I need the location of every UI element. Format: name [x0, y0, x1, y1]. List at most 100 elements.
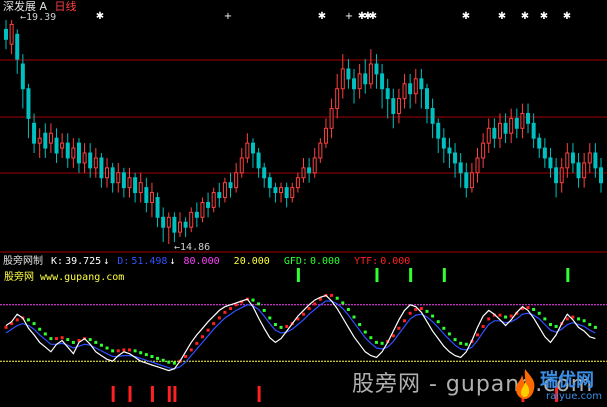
trend-dot-72 [408, 311, 412, 315]
candle-body-17 [99, 157, 104, 179]
candle-body-64 [363, 73, 368, 85]
gfd-signal-bar-0 [296, 268, 300, 282]
trend-dot-19 [111, 349, 115, 353]
trend-dot-78 [442, 326, 446, 330]
candle-body-56 [318, 142, 323, 159]
candle-body-38 [217, 192, 222, 199]
trend-dot-69 [391, 334, 395, 338]
trend-dot-9 [55, 337, 59, 341]
trend-dot-63 [358, 323, 362, 327]
candle-body-55 [312, 157, 317, 174]
candle-body-14 [82, 152, 87, 164]
candle-body-59 [335, 88, 340, 110]
k-arrow: ↓ [103, 256, 110, 267]
candle-body-24 [138, 182, 143, 194]
trend-dot-0 [4, 325, 8, 329]
trend-dot-4 [26, 318, 30, 322]
trend-dot-20 [116, 349, 120, 353]
candle-body-74 [419, 78, 424, 90]
trend-dot-36 [206, 328, 210, 332]
candle-body-0 [4, 28, 8, 40]
candle-body-77 [436, 122, 441, 139]
ytf-signal-bar-1 [128, 386, 132, 402]
signal-star-0: ✱ [96, 11, 104, 22]
candle-body-5 [32, 122, 37, 144]
trend-dot-48 [273, 323, 277, 327]
signal-star-9: ✱ [521, 11, 529, 22]
signal-star-11: ✱ [563, 11, 571, 22]
ytf-signal-bar-3 [167, 386, 171, 402]
k-value: 39.725 [65, 256, 102, 267]
indicator-name[interactable]: 股旁网制 [3, 256, 43, 267]
candle-body-61 [346, 68, 351, 80]
trend-dot-67 [380, 341, 384, 345]
trend-dot-82 [464, 342, 468, 346]
level-low-value: 20.000 [233, 256, 270, 267]
candle-body-36 [206, 201, 211, 208]
candle-body-7 [43, 132, 48, 149]
gfd-signal-bar-1 [375, 268, 379, 282]
trend-dot-30 [172, 361, 176, 365]
candle-body-3 [20, 63, 25, 90]
candle-body-2 [15, 33, 20, 60]
candle-body-62 [352, 78, 357, 90]
trend-dot-105 [593, 325, 597, 329]
trend-dot-16 [94, 340, 98, 344]
trend-dot-71 [403, 319, 407, 323]
trend-dot-93 [526, 306, 530, 310]
d-value: 51.498 [131, 256, 168, 267]
candle-body-94 [531, 122, 536, 139]
candle-body-46 [262, 167, 267, 179]
trend-dot-81 [459, 341, 463, 345]
trend-dot-22 [127, 348, 131, 352]
candle-body-71 [402, 83, 407, 100]
candle-body-15 [88, 152, 93, 169]
trend-dot-24 [139, 351, 143, 355]
trend-dot-37 [212, 322, 216, 326]
trend-dot-90 [509, 314, 513, 318]
candle-body-23 [133, 177, 138, 194]
candle-body-90 [509, 117, 514, 134]
trend-dot-85 [481, 324, 485, 328]
candle-body-11 [65, 142, 70, 159]
trend-dot-98 [554, 324, 558, 328]
candle-body-92 [520, 112, 525, 129]
trend-dot-102 [577, 317, 581, 321]
candle-body-98 [554, 167, 559, 184]
trend-dot-70 [397, 326, 401, 330]
trend-dot-61 [346, 308, 350, 311]
candle-body-65 [368, 63, 373, 85]
candle-body-91 [514, 117, 519, 129]
trend-dot-33 [189, 348, 193, 352]
gfd-signal-bar-4 [566, 268, 570, 282]
candle-body-72 [408, 83, 413, 95]
signal-star-2: ✱ [318, 11, 326, 22]
d-label: D: [117, 256, 130, 267]
candle-body-32 [183, 221, 188, 228]
candle-body-22 [127, 177, 132, 189]
trend-dot-21 [122, 348, 126, 352]
trend-dot-44 [251, 298, 255, 302]
low-price-label: ←14.86 [174, 242, 211, 253]
candle-body-101 [570, 152, 575, 164]
trend-dot-59 [335, 296, 339, 300]
signal-star-8: ✱ [498, 11, 506, 22]
candle-body-39 [222, 182, 227, 199]
timeframe-label: 日线 [54, 0, 77, 13]
chart-canvas[interactable]: ✱ + ✱ + ✱✱✱ ✱ ✱ ✱ ✱ ✱ [0, 0, 607, 407]
candle-body-40 [228, 182, 233, 189]
candle-body-78 [441, 137, 446, 149]
trend-dot-2 [15, 318, 19, 322]
trend-dot-96 [543, 317, 547, 321]
candle-body-10 [60, 142, 65, 149]
candle-body-75 [424, 88, 429, 110]
trend-dot-8 [49, 337, 53, 341]
candle-body-28 [161, 216, 166, 228]
candle-body-6 [37, 137, 42, 144]
trend-dot-38 [217, 316, 221, 320]
gfd-signal-bar-3 [442, 268, 446, 282]
watermark-logo: 瑞优网 [540, 370, 594, 391]
trend-dot-53 [302, 312, 305, 316]
candle-body-53 [301, 167, 306, 179]
candle-body-100 [565, 152, 570, 169]
